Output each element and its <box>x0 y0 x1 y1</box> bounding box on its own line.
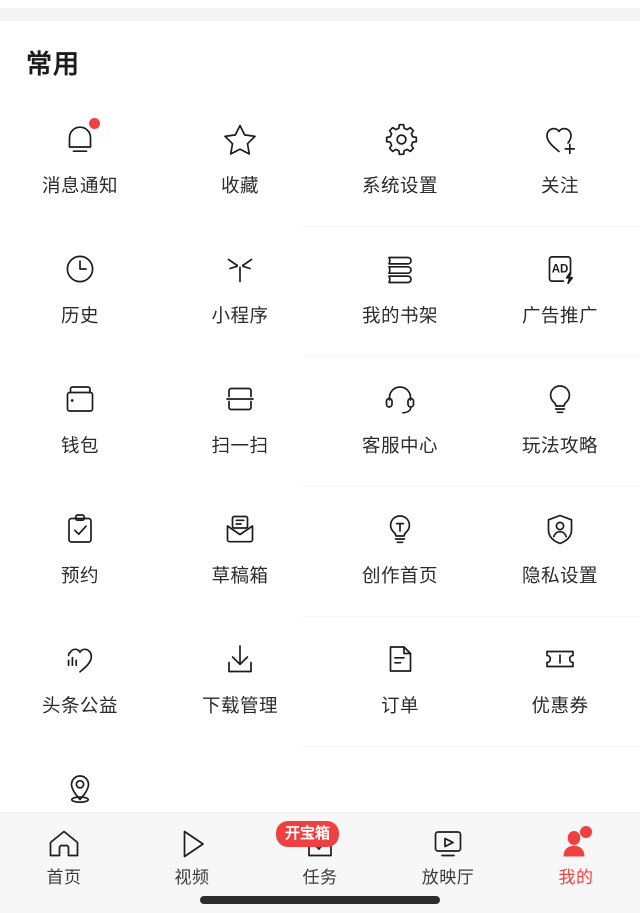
shortcut-label: 收藏 <box>220 175 259 196</box>
shortcut-label: 系统设置 <box>361 175 438 196</box>
shortcut-item-privacy-settings[interactable]: 隐私设置 <box>480 487 640 617</box>
shortcut-label: 历史 <box>60 305 99 326</box>
bulb-icon <box>537 376 583 422</box>
home-icon <box>44 825 84 863</box>
shortcut-item-placeholder <box>320 747 480 812</box>
shortcut-item-mini-program[interactable]: 小程序 <box>160 227 320 357</box>
clock-icon <box>57 246 103 292</box>
clipboard-check-icon <box>57 506 103 552</box>
tab-label: 任务 <box>302 868 338 887</box>
shortcut-label: 小程序 <box>211 305 269 326</box>
gear-icon <box>377 116 423 162</box>
shortcut-item-ad-promotion[interactable]: AD 广告推广 <box>480 227 640 357</box>
shortcut-item-creator-home[interactable]: 创作首页 <box>320 487 480 617</box>
shortcut-label: 客服中心 <box>361 435 438 456</box>
shortcut-label: 玩法攻略 <box>521 435 598 456</box>
shortcut-item-drafts[interactable]: 草稿箱 <box>160 487 320 617</box>
shortcut-item-orders[interactable]: 订单 <box>320 617 480 747</box>
task-badge[interactable]: 开宝箱 <box>276 821 340 847</box>
charity-heart-icon <box>57 636 103 682</box>
mini-program-icon <box>217 246 263 292</box>
shortcut-item-wallet[interactable]: 钱包 <box>0 357 160 487</box>
shortcut-label: 隐私设置 <box>521 565 598 586</box>
headset-icon <box>377 376 423 422</box>
shortcut-row: 消息通知 收藏 系统设置 关注 <box>0 97 640 227</box>
shortcut-item-scan[interactable]: 扫一扫 <box>160 357 320 487</box>
page-title: 常用 <box>26 49 81 79</box>
shortcut-item-system-settings[interactable]: 系统设置 <box>320 97 480 227</box>
shortcut-row: 历史 小程序 我的书架 AD 广告推广 <box>0 227 640 357</box>
tab-label: 放映厅 <box>421 868 475 887</box>
theater-icon <box>428 825 468 863</box>
shortcut-item-placeholder <box>160 747 320 812</box>
shortcut-item-customer-service[interactable]: 客服中心 <box>320 357 480 487</box>
shortcut-label: 广告推广 <box>521 305 598 326</box>
shortcut-label: 订单 <box>380 695 419 716</box>
tab-theater[interactable]: 放映厅 <box>384 825 512 888</box>
shortcut-item-download-manager[interactable]: 下载管理 <box>160 617 320 747</box>
shortcut-label: 我的书架 <box>361 305 438 326</box>
download-icon <box>217 636 263 682</box>
bottom-tab-bar: 首页 视频 开宝箱 任务 放映厅 我的 <box>0 812 640 913</box>
profile-notification-dot <box>580 826 592 838</box>
shortcut-row-partial <box>0 747 640 812</box>
bookshelf-icon <box>377 246 423 292</box>
shield-user-icon <box>537 506 583 552</box>
profile-icon <box>556 825 596 863</box>
ad-promo-icon: AD <box>537 246 583 292</box>
tab-home[interactable]: 首页 <box>0 825 128 888</box>
shortcut-grid: 消息通知 收藏 系统设置 关注 历史 小程序 我的书架 AD 广告推广 钱包 扫… <box>0 97 640 812</box>
shortcut-label: 下载管理 <box>201 695 278 716</box>
shortcut-label: 消息通知 <box>41 175 118 196</box>
tab-label: 视频 <box>174 868 210 887</box>
tab-label: 我的 <box>558 868 594 887</box>
shortcut-label: 头条公益 <box>41 695 118 716</box>
home-indicator[interactable] <box>200 896 440 904</box>
shortcut-item-placeholder <box>480 747 640 812</box>
status-band <box>0 8 640 21</box>
shortcut-item-following[interactable]: 关注 <box>480 97 640 227</box>
tab-profile[interactable]: 我的 <box>512 825 640 888</box>
star-icon <box>217 116 263 162</box>
shortcut-label: 草稿箱 <box>211 565 269 586</box>
draft-envelope-icon <box>217 506 263 552</box>
shortcut-item-location[interactable] <box>0 747 160 812</box>
play-icon <box>172 825 212 863</box>
bulb-create-icon <box>377 506 423 552</box>
shortcut-item-toutiao-charity[interactable]: 头条公益 <box>0 617 160 747</box>
shortcut-row: 钱包 扫一扫 客服中心 玩法攻略 <box>0 357 640 487</box>
tab-tasks[interactable]: 开宝箱 任务 <box>256 821 384 888</box>
location-pin-icon <box>57 766 103 812</box>
svg-text:AD: AD <box>552 263 569 275</box>
bell-icon <box>57 116 103 162</box>
coupon-icon <box>537 636 583 682</box>
shortcut-label: 钱包 <box>60 435 99 456</box>
heart-plus-icon <box>537 116 583 162</box>
tab-label: 首页 <box>46 868 82 887</box>
shortcut-item-history[interactable]: 历史 <box>0 227 160 357</box>
shortcut-row: 预约 草稿箱 创作首页 隐私设置 <box>0 487 640 617</box>
shortcut-item-notifications[interactable]: 消息通知 <box>0 97 160 227</box>
shortcut-item-appointment[interactable]: 预约 <box>0 487 160 617</box>
document-icon <box>377 636 423 682</box>
tab-video[interactable]: 视频 <box>128 825 256 888</box>
shortcut-label: 扫一扫 <box>211 435 269 456</box>
notification-dot <box>89 118 100 129</box>
shortcut-label: 关注 <box>540 175 579 196</box>
profile-page-scroll[interactable]: 常用 消息通知 收藏 系统设置 关注 历史 小程序 我的书架 AD 广告推广 钱… <box>0 21 640 812</box>
scan-icon <box>217 376 263 422</box>
shortcut-item-favorites[interactable]: 收藏 <box>160 97 320 227</box>
shortcut-item-strategy-guide[interactable]: 玩法攻略 <box>480 357 640 487</box>
shortcut-row: 头条公益 下载管理 订单 优惠券 <box>0 617 640 747</box>
shortcut-label: 优惠券 <box>531 695 589 716</box>
wallet-icon <box>57 376 103 422</box>
shortcut-item-bookshelf[interactable]: 我的书架 <box>320 227 480 357</box>
shortcut-label: 预约 <box>60 565 99 586</box>
shortcut-label: 创作首页 <box>361 565 438 586</box>
shortcut-item-coupons[interactable]: 优惠券 <box>480 617 640 747</box>
